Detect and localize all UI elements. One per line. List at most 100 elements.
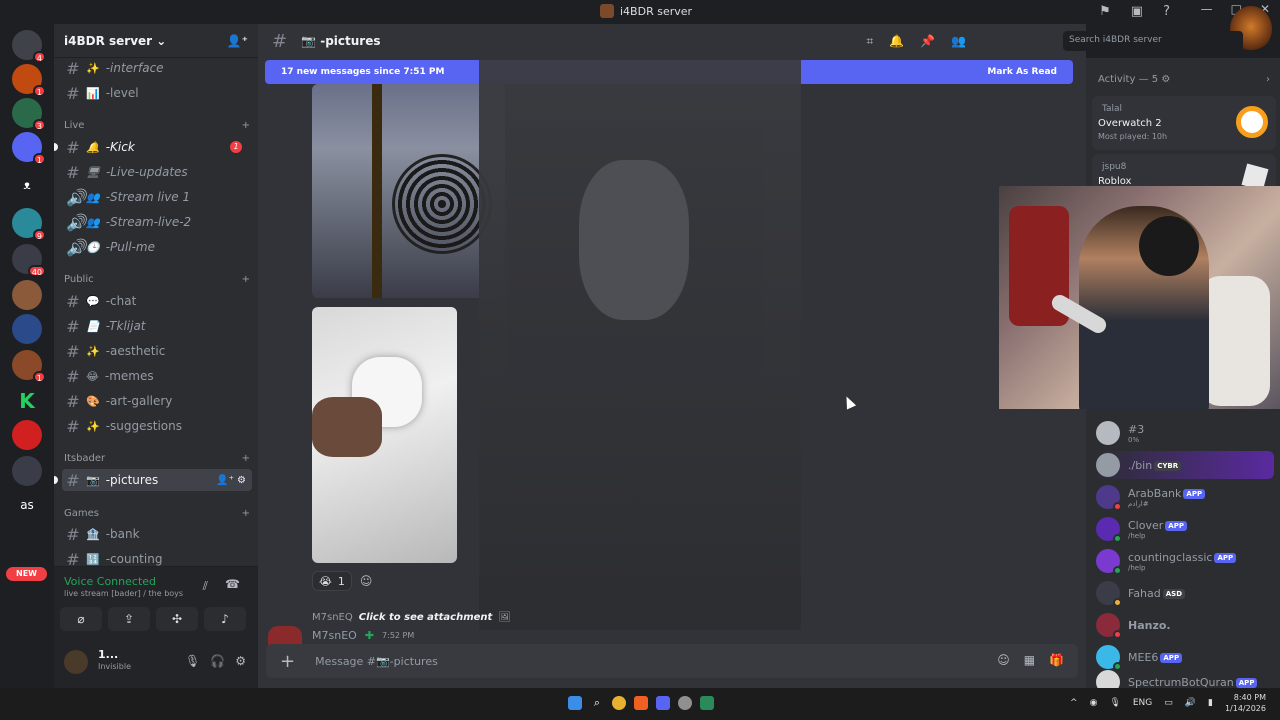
guild-icon[interactable]: 9 (12, 208, 46, 241)
image-attachment[interactable] (312, 84, 505, 298)
image-attachment[interactable] (312, 307, 457, 563)
guild-icon[interactable] (12, 280, 42, 310)
member-item[interactable]: Hanzo. (1096, 611, 1276, 639)
headphones-icon[interactable]: 🎧 (210, 654, 225, 668)
tray-app-icon[interactable]: ◉ (1090, 698, 1098, 708)
gift-icon[interactable]: 🎁 (1049, 653, 1064, 667)
plus-icon[interactable]: + (242, 274, 250, 285)
guild-icon[interactable] (12, 420, 42, 450)
guild-icon[interactable]: as (12, 490, 42, 520)
activity-card[interactable]: Talal Overwatch 2 Most played: 10h (1092, 96, 1276, 150)
brave-icon[interactable] (634, 696, 648, 710)
guild-icon[interactable]: ᴥ (12, 170, 42, 200)
members-icon[interactable]: 👥 (951, 34, 966, 49)
chevron-up-icon[interactable]: ^ (1070, 698, 1078, 708)
windows-start-icon[interactable] (568, 696, 582, 710)
guild-icon[interactable]: 3 (12, 98, 46, 131)
discord-home-icon[interactable]: 4 (12, 30, 46, 63)
member-item[interactable]: MEE6 APP (1096, 643, 1276, 671)
sticker-icon[interactable]: ▦ (1024, 653, 1035, 667)
help-icon[interactable]: ? (1163, 4, 1170, 19)
category-itsbader[interactable]: Itsbader + (64, 453, 250, 464)
channel-item[interactable]: # ✨ -suggestions (62, 415, 252, 437)
screen-share-button[interactable]: ⇪ (108, 607, 150, 631)
category-public[interactable]: Public + (64, 274, 250, 285)
upload-plus-icon[interactable]: + (280, 651, 295, 672)
app-icon[interactable] (700, 696, 714, 710)
obs-icon[interactable] (678, 696, 692, 710)
channel-item[interactable]: # 🏦 -bank (62, 523, 252, 545)
gear-icon[interactable]: ⚙ (1161, 74, 1170, 85)
pin-icon[interactable]: 📌 (920, 34, 935, 49)
language-indicator[interactable]: ENG (1133, 698, 1152, 708)
channel-item-active[interactable]: # 📷 -pictures 👤⁺ ⚙ (54, 469, 252, 491)
network-icon[interactable]: ▭ (1164, 698, 1173, 708)
voice-status[interactable]: Voice Connected (64, 575, 156, 588)
member-item[interactable]: Fahad ASD (1096, 579, 1276, 607)
add-member-icon[interactable]: 👤⁺ (227, 34, 248, 48)
emoji-icon[interactable]: ☺ (997, 653, 1010, 667)
guild-icon[interactable]: 40 (12, 244, 46, 277)
channel-item[interactable]: # 🖥 -Live-updates (62, 161, 252, 183)
inbox-icon[interactable]: ⚑ (1099, 4, 1111, 19)
noise-suppression-icon[interactable]: ⫽ (203, 579, 208, 594)
member-item[interactable]: Clover APP/help (1096, 515, 1276, 543)
battery-icon[interactable]: ▮ (1208, 698, 1213, 708)
guild-icon[interactable]: 1 (12, 132, 46, 165)
camera-button[interactable]: ⌀ (60, 607, 102, 631)
plus-icon[interactable]: + (242, 453, 250, 464)
search-icon[interactable]: ⌕ (590, 696, 604, 710)
member-item[interactable]: countingclassic APP/help (1096, 547, 1276, 575)
category-live[interactable]: Live + (64, 120, 250, 131)
clock[interactable]: 8:40 PM 1/14/2026 (1225, 692, 1266, 714)
minimize-button[interactable]: — (1201, 2, 1213, 16)
message-composer[interactable]: + Message #📷-pictures ☺ ▦ 🎁 (266, 644, 1078, 678)
screen-share-icon[interactable]: ▣ (1131, 4, 1143, 19)
settings-icon[interactable]: 👤⁺ ⚙ (216, 475, 246, 486)
channel-item[interactable]: # 📄 -Tklijat (62, 315, 252, 337)
channel-item[interactable]: # 📊 -level (62, 82, 252, 104)
plus-icon[interactable]: + (242, 508, 250, 519)
avatar[interactable] (268, 626, 302, 646)
activity-header[interactable]: Activity — 5 ⚙ › (1098, 74, 1270, 85)
search-input[interactable]: Search i4BDR server (1063, 31, 1243, 51)
chevron-right-icon[interactable]: › (1266, 74, 1270, 85)
channel-item[interactable]: # ✨ -aesthetic (62, 340, 252, 362)
member-item[interactable]: #3 0% (1096, 419, 1276, 447)
category-games[interactable]: Games + (64, 508, 250, 519)
mark-as-read-button[interactable]: Mark As Read (987, 67, 1057, 77)
member-item[interactable]: ./bin CYBR (1092, 451, 1274, 479)
add-reaction-icon[interactable]: ☺ (360, 574, 373, 588)
channel-item[interactable]: # 🎨 -art-gallery (62, 390, 252, 412)
reply-preview[interactable]: M7snEQ Click to see attachment 🖼 (312, 612, 511, 623)
channel-item[interactable]: # 💬 -chat (62, 290, 252, 312)
voice-channel-item[interactable]: 🔊 🕒 -Pull-me (62, 236, 252, 258)
mic-icon[interactable]: 🎙 (1109, 698, 1120, 708)
plus-icon[interactable]: + (242, 120, 250, 131)
activities-button[interactable]: ✣ (156, 607, 198, 631)
guild-icon[interactable] (12, 314, 42, 344)
guild-icon[interactable] (12, 456, 42, 486)
channel-item[interactable]: # 🔔 -Kick 1 (54, 136, 252, 158)
guild-icon[interactable]: 1 (12, 350, 46, 383)
mic-icon[interactable]: 🎙 (185, 654, 200, 668)
avatar[interactable] (64, 650, 88, 674)
kick-guild-icon[interactable]: K (12, 386, 42, 416)
username[interactable]: 1... (98, 648, 118, 661)
reaction-chip[interactable]: 😭 1 (312, 571, 352, 591)
disconnect-icon[interactable]: ☎ (225, 577, 240, 591)
soundboard-button[interactable]: ♪ (204, 607, 246, 631)
channel-item[interactable]: # ✨ -interface (62, 57, 252, 79)
message-author[interactable]: M7snEO (312, 629, 357, 642)
threads-icon[interactable]: ⌗ (866, 34, 873, 49)
discord-icon[interactable] (656, 696, 670, 710)
channel-item[interactable]: # 😂 -memes (62, 365, 252, 387)
server-header[interactable]: i4BDR server ⌄ 👤⁺ (54, 24, 258, 58)
volume-icon[interactable]: 🔊 (1185, 698, 1196, 708)
chrome-icon[interactable] (612, 696, 626, 710)
voice-channel-item[interactable]: 🔊 👥 -Stream-live-2 (62, 211, 252, 233)
guild-icon[interactable]: 1 (12, 64, 46, 97)
member-item[interactable]: ArabBank APP ارادم# (1096, 483, 1276, 511)
gear-icon[interactable]: ⚙ (235, 654, 246, 668)
bell-icon[interactable]: 🔔 (889, 34, 904, 49)
